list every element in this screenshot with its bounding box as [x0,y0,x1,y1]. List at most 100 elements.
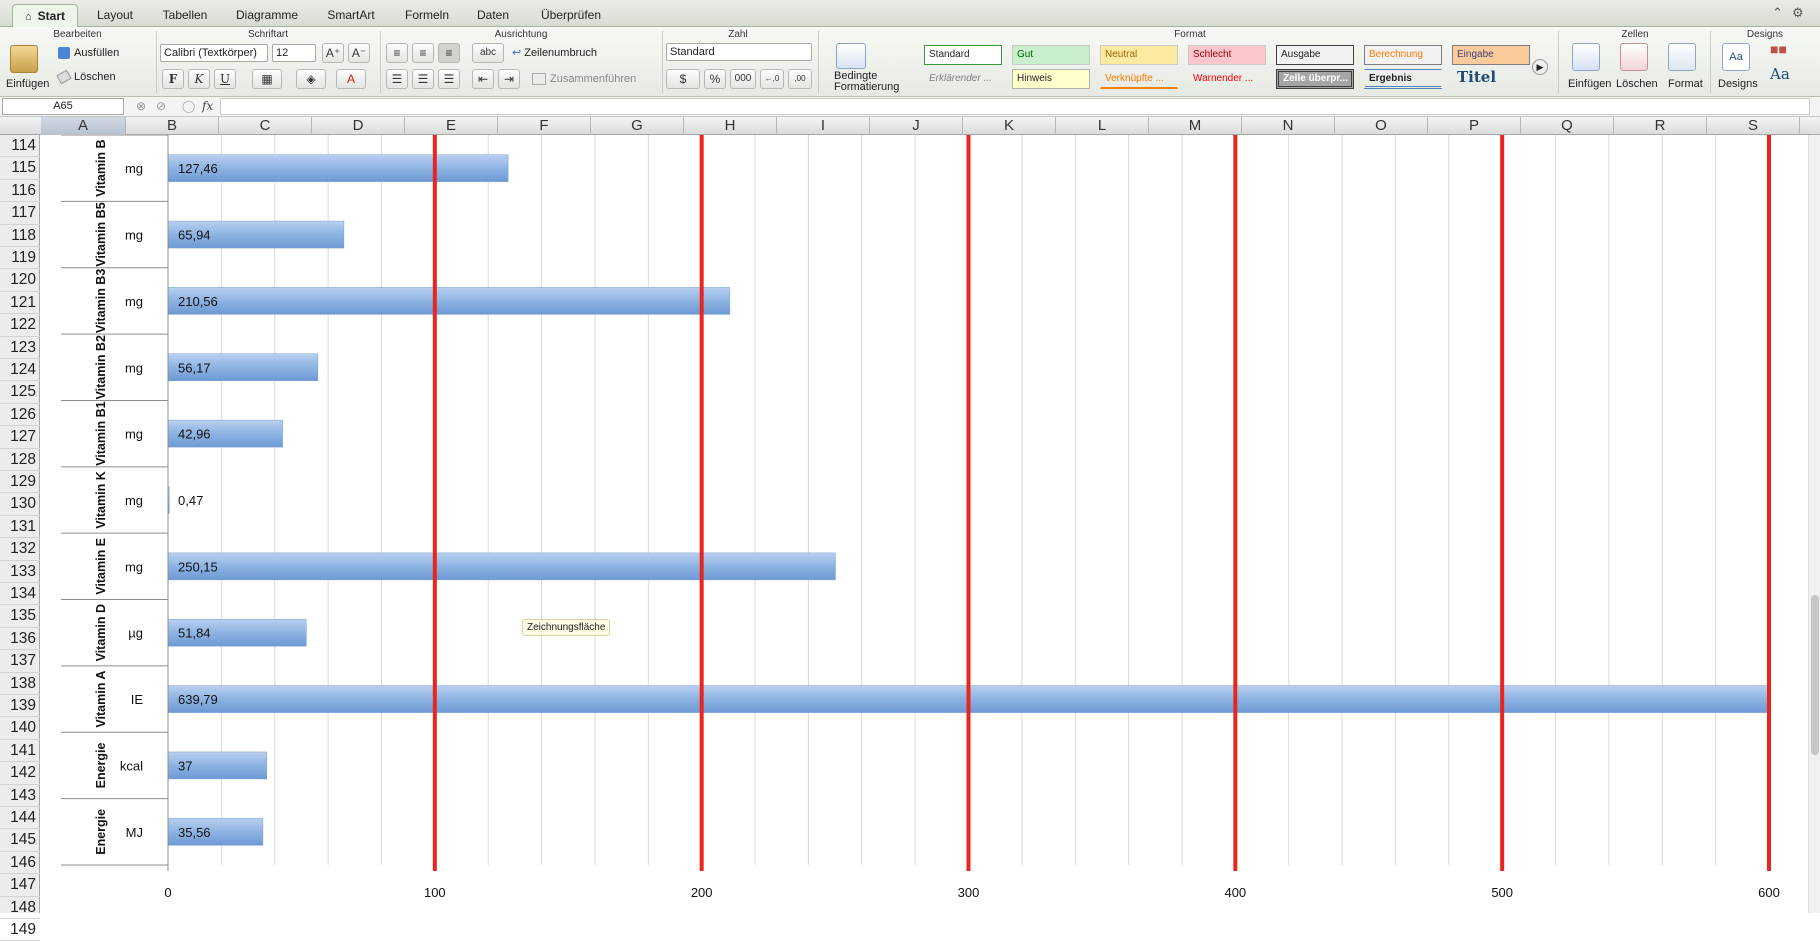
collapse-ribbon-icon[interactable]: ⌃ [1772,5,1783,21]
row-header-122[interactable]: 122 [0,314,40,337]
row-header-144[interactable]: 144 [0,807,40,830]
row-header-127[interactable]: 127 [0,426,40,449]
column-header-h[interactable]: H [684,117,777,135]
column-header-k[interactable]: K [963,117,1056,135]
tab-smartart[interactable]: SmartArt [316,4,386,27]
italic-button[interactable]: K [188,69,210,89]
row-header-114[interactable]: 114 [0,135,40,158]
thousands-button[interactable]: 000 [730,69,756,89]
row-header-120[interactable]: 120 [0,269,40,292]
styles-next-icon[interactable]: ▶ [1532,59,1548,75]
formula-input[interactable] [220,98,1810,115]
clear-button[interactable]: Löschen [56,69,116,85]
row-header-133[interactable]: 133 [0,561,40,583]
paste-icon[interactable] [10,45,38,73]
column-header-c[interactable]: C [219,117,312,135]
column-header-r[interactable]: R [1614,117,1707,135]
row-header-148[interactable]: 148 [0,897,40,919]
borders-icon[interactable]: ▦ [252,69,282,89]
style-gut[interactable]: Gut [1012,45,1090,65]
row-header-138[interactable]: 138 [0,673,40,695]
scrollbar-thumb[interactable] [1811,595,1819,755]
style-schlecht[interactable]: Schlecht [1188,45,1266,65]
column-header-m[interactable]: M [1149,117,1242,135]
tab-ueberpruefen[interactable]: Überprüfen [528,4,614,27]
column-header-e[interactable]: E [405,117,498,135]
fx-button[interactable]: fx [202,99,213,113]
function-wizard-icon[interactable]: ◯ [182,99,195,113]
wrap-text-button[interactable]: ↩ Zeilenumbruch [512,46,597,59]
style-titel[interactable]: Titel [1452,67,1530,87]
style-warnender[interactable]: Warnender ... [1188,69,1266,89]
tab-start[interactable]: ⌂ Start [12,4,78,27]
tab-layout[interactable]: Layout [82,4,148,27]
theme-colors-icon[interactable]: ■■ [1770,41,1787,57]
column-header-a[interactable]: A [41,117,126,135]
row-header-129[interactable]: 129 [0,471,40,494]
column-header-i[interactable]: I [777,117,870,135]
number-format-select[interactable]: Standard [666,43,812,61]
row-header-142[interactable]: 142 [0,762,40,785]
decrease-font-icon[interactable]: A⁻ [348,43,370,63]
merge-button[interactable]: Zusammenführen [532,73,636,86]
percent-button[interactable]: % [704,69,726,89]
row-header-128[interactable]: 128 [0,449,40,471]
row-header-135[interactable]: 135 [0,605,40,628]
cancel-icon[interactable]: ⊗ [136,99,146,113]
row-header-132[interactable]: 132 [0,538,40,561]
align-middle-icon[interactable]: ≡ [412,43,434,63]
bar-chart[interactable]: 127,46 mg Vitamin B 65,94 mg Vitamin B5 210,56… [41,135,1811,913]
column-header-l[interactable]: L [1056,117,1149,135]
paste-button[interactable]: Einfügen [6,78,49,90]
column-header-q[interactable]: Q [1521,117,1614,135]
style-hinweis[interactable]: Hinweis [1012,69,1090,89]
row-header-134[interactable]: 134 [0,583,40,606]
fill-button[interactable]: Ausfüllen [58,47,119,60]
tab-diagramme[interactable]: Diagramme [226,4,308,27]
style-berechnung[interactable]: Berechnung [1364,45,1442,65]
designs-icon[interactable]: Aa [1722,43,1750,71]
font-name-select[interactable]: Calibri (Textkörper) [160,44,268,62]
align-center-icon[interactable]: ☰ [412,69,434,89]
column-header-j[interactable]: J [870,117,963,135]
underline-button[interactable]: U [214,69,236,89]
text-orientation-button[interactable]: abc [472,43,504,63]
align-top-icon[interactable]: ≡ [386,43,408,63]
style-neutral[interactable]: Neutral [1100,45,1178,65]
row-header-116[interactable]: 116 [0,180,40,203]
conditional-format-button[interactable]: Bedingte Formatierung [834,71,899,93]
currency-icon[interactable]: $ [666,69,700,89]
style-ausgabe[interactable]: Ausgabe [1276,45,1354,65]
increase-indent-icon[interactable]: ⇥ [498,69,520,89]
style-eingabe[interactable]: Eingabe [1452,45,1530,65]
insert-cells-icon[interactable] [1572,43,1600,71]
name-box[interactable]: A65 [2,98,124,115]
row-header-145[interactable]: 145 [0,829,40,852]
column-header-p[interactable]: P [1428,117,1521,135]
column-header-o[interactable]: O [1335,117,1428,135]
row-header-126[interactable]: 126 [0,404,40,427]
confirm-icon[interactable]: ⊘ [156,99,166,113]
theme-fonts-button[interactable]: Aa [1770,65,1790,83]
sheet-grid[interactable]: 127,46 mg Vitamin B 65,94 mg Vitamin B5 210,56… [41,135,1811,913]
row-header-115[interactable]: 115 [0,157,40,180]
row-header-137[interactable]: 137 [0,650,40,673]
increase-font-icon[interactable]: A⁺ [322,43,344,63]
format-cells-button[interactable]: Format [1668,78,1703,90]
row-header-124[interactable]: 124 [0,359,40,382]
tab-formeln[interactable]: Formeln [394,4,460,27]
font-size-select[interactable]: 12 [272,44,316,62]
column-header-n[interactable]: N [1242,117,1335,135]
conditional-format-icon[interactable] [836,43,866,69]
style-ergebnis[interactable]: Ergebnis [1364,69,1442,89]
column-header-g[interactable]: G [591,117,684,135]
row-header-119[interactable]: 119 [0,247,40,270]
row-header-139[interactable]: 139 [0,695,40,718]
align-left-icon[interactable]: ☰ [386,69,408,89]
style-zelle-ueberpruefen[interactable]: Zelle überpr... [1276,69,1354,89]
delete-cells-icon[interactable] [1620,43,1648,71]
row-header-118[interactable]: 118 [0,225,40,247]
row-header-117[interactable]: 117 [0,202,40,225]
row-header-147[interactable]: 147 [0,874,40,897]
bold-button[interactable]: F [162,69,184,89]
